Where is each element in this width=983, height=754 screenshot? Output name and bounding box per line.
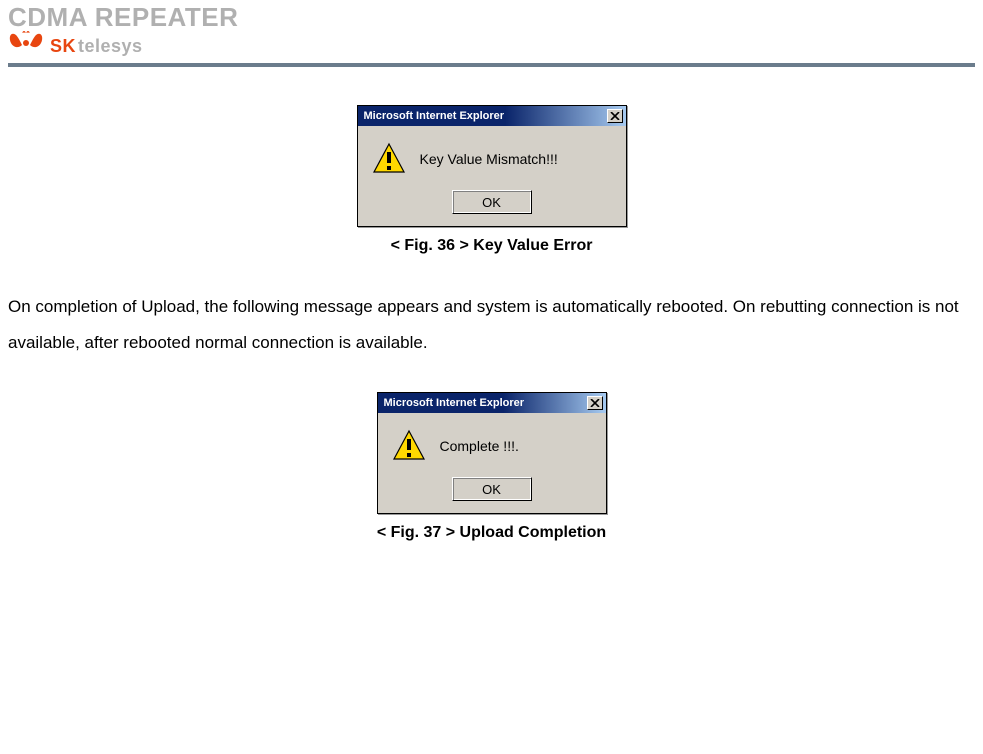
ok-button[interactable]: OK [452,477,532,501]
document-body: Microsoft Internet Explorer Key Value Mi… [0,75,983,542]
page-title: CDMA REPEATER [8,2,975,33]
dialog-title: Microsoft Internet Explorer [384,397,525,409]
close-button[interactable] [607,109,623,123]
brand-text: SKtelesys [50,36,143,59]
dialog-titlebar: Microsoft Internet Explorer [358,106,626,126]
document-header: CDMA REPEATER SKtelesys [0,2,983,75]
ie-alert-dialog: Microsoft Internet Explorer Complete !!!… [377,392,607,514]
butterfly-icon [8,31,44,59]
header-divider [8,63,975,67]
dialog-body: Complete !!!. [378,413,606,471]
dialog-title: Microsoft Internet Explorer [364,110,505,122]
dialog-button-row: OK [378,471,606,513]
warning-icon [392,429,426,463]
figure-36: Microsoft Internet Explorer Key Value Mi… [8,105,975,255]
dialog-button-row: OK [358,184,626,226]
body-paragraph: On completion of Upload, the following m… [8,289,975,360]
dialog-titlebar: Microsoft Internet Explorer [378,393,606,413]
figure-37: Microsoft Internet Explorer Complete !!!… [8,392,975,542]
ok-button[interactable]: OK [452,190,532,214]
dialog-message: Complete !!!. [440,438,519,454]
figure-caption: < Fig. 37 > Upload Completion [377,524,606,542]
brand-logo-row: SKtelesys [8,31,975,59]
figure-caption: < Fig. 36 > Key Value Error [391,237,593,255]
warning-icon [372,142,406,176]
close-icon [610,112,620,120]
close-button[interactable] [587,396,603,410]
brand-sk: SK [50,36,76,56]
brand-suffix: telesys [78,36,143,56]
ie-alert-dialog: Microsoft Internet Explorer Key Value Mi… [357,105,627,227]
close-icon [590,399,600,407]
dialog-body: Key Value Mismatch!!! [358,126,626,184]
dialog-message: Key Value Mismatch!!! [420,151,558,167]
